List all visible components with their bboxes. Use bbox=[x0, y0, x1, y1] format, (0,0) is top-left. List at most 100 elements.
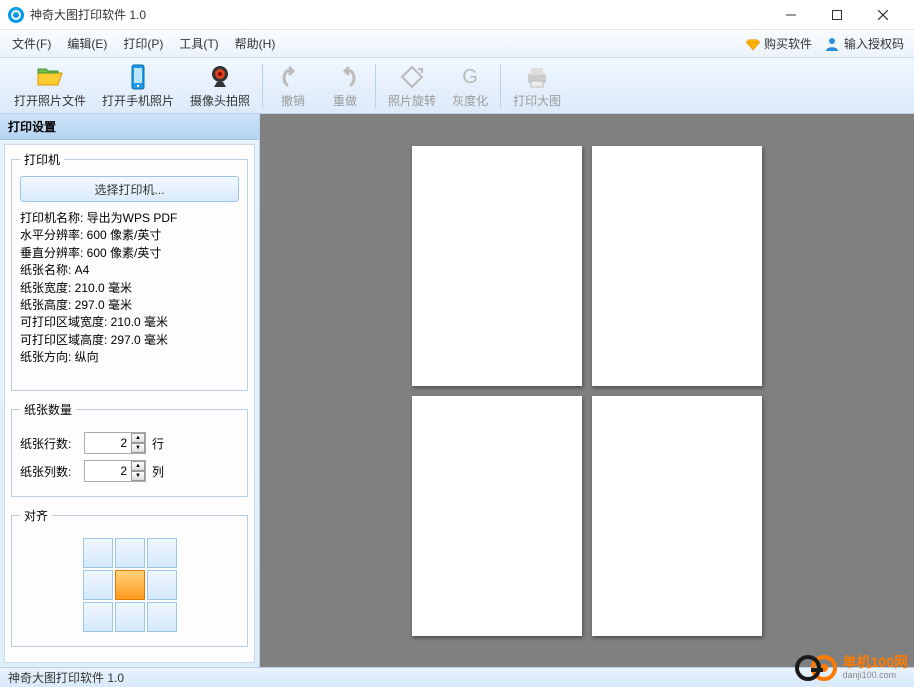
printer-fieldset: 打印机 选择打印机... 打印机名称: 导出为WPS PDF 水平分辨率: 60… bbox=[11, 151, 248, 391]
align-legend: 对齐 bbox=[20, 507, 52, 524]
buy-software-link[interactable]: 购买软件 bbox=[740, 31, 818, 56]
maximize-button[interactable] bbox=[814, 0, 860, 30]
grayscale-icon: G bbox=[456, 63, 484, 91]
page-preview bbox=[592, 146, 762, 386]
page-preview bbox=[412, 146, 582, 386]
menubar: 文件(F) 编辑(E) 打印(P) 工具(T) 帮助(H) 购买软件 输入授权码 bbox=[0, 30, 914, 58]
svg-text:G: G bbox=[462, 66, 478, 88]
open-phone-label: 打开手机照片 bbox=[102, 92, 174, 109]
rows-label: 纸张行数: bbox=[20, 435, 78, 452]
person-icon bbox=[824, 36, 840, 52]
open-photo-label: 打开照片文件 bbox=[14, 92, 86, 109]
printer-info: 打印机名称: 导出为WPS PDF 水平分辨率: 600 像素/英寸 垂直分辨率… bbox=[20, 210, 239, 367]
rows-input[interactable] bbox=[85, 433, 131, 453]
cols-unit: 列 bbox=[152, 463, 164, 480]
status-text: 神奇大图打印软件 1.0 bbox=[8, 669, 124, 686]
print-big-button[interactable]: 打印大图 bbox=[505, 60, 569, 112]
printer-icon bbox=[523, 63, 551, 91]
paper-name-line: 纸张名称: A4 bbox=[20, 262, 239, 279]
titlebar: 神奇大图打印软件 1.0 bbox=[0, 0, 914, 30]
menu-print[interactable]: 打印(P) bbox=[115, 31, 171, 56]
toolbar: 打开照片文件 打开手机照片 摄像头拍照 撤销 重做 照片旋转 G bbox=[0, 58, 914, 114]
diamond-icon bbox=[746, 37, 760, 51]
h-dpi-line: 水平分辨率: 600 像素/英寸 bbox=[20, 227, 239, 244]
align-fieldset: 对齐 bbox=[11, 507, 248, 647]
page-grid bbox=[412, 146, 762, 636]
paper-height-line: 纸张高度: 297.0 毫米 bbox=[20, 297, 239, 314]
paper-count-fieldset: 纸张数量 纸张行数: ▲ ▼ 行 纸张列数: bbox=[11, 401, 248, 497]
align-top-left[interactable] bbox=[83, 538, 113, 568]
enter-license-label: 输入授权码 bbox=[844, 35, 904, 52]
grayscale-label: 灰度化 bbox=[452, 92, 488, 109]
redo-icon bbox=[331, 63, 359, 91]
main-area: 打印设置 打印机 选择打印机... 打印机名称: 导出为WPS PDF 水平分辨… bbox=[0, 114, 914, 667]
printable-width-line: 可打印区域宽度: 210.0 毫米 bbox=[20, 314, 239, 331]
v-dpi-line: 垂直分辨率: 600 像素/英寸 bbox=[20, 245, 239, 262]
cols-spinner[interactable]: ▲ ▼ bbox=[84, 460, 146, 482]
rows-spinner[interactable]: ▲ ▼ bbox=[84, 432, 146, 454]
print-big-label: 打印大图 bbox=[513, 92, 561, 109]
toolbar-separator bbox=[500, 64, 501, 108]
minimize-button[interactable] bbox=[768, 0, 814, 30]
align-middle-right[interactable] bbox=[147, 570, 177, 600]
align-bottom-left[interactable] bbox=[83, 602, 113, 632]
page-preview bbox=[592, 396, 762, 636]
cols-up-button[interactable]: ▲ bbox=[131, 461, 145, 471]
menu-help[interactable]: 帮助(H) bbox=[227, 31, 284, 56]
undo-button[interactable]: 撤销 bbox=[267, 60, 319, 112]
webcam-icon bbox=[206, 63, 234, 91]
toolbar-separator bbox=[262, 64, 263, 108]
undo-icon bbox=[279, 63, 307, 91]
redo-label: 重做 bbox=[333, 92, 357, 109]
folder-open-icon bbox=[36, 63, 64, 91]
app-title: 神奇大图打印软件 1.0 bbox=[30, 6, 768, 23]
camera-label: 摄像头拍照 bbox=[190, 92, 250, 109]
open-photo-button[interactable]: 打开照片文件 bbox=[6, 60, 94, 112]
grayscale-button[interactable]: G 灰度化 bbox=[444, 60, 496, 112]
window-controls bbox=[768, 0, 906, 30]
align-middle-left[interactable] bbox=[83, 570, 113, 600]
rows-up-button[interactable]: ▲ bbox=[131, 433, 145, 443]
align-top-right[interactable] bbox=[147, 538, 177, 568]
rows-row: 纸张行数: ▲ ▼ 行 bbox=[20, 432, 239, 454]
redo-button[interactable]: 重做 bbox=[319, 60, 371, 112]
paper-count-legend: 纸张数量 bbox=[20, 401, 76, 418]
printer-name-line: 打印机名称: 导出为WPS PDF bbox=[20, 210, 239, 227]
cols-down-button[interactable]: ▼ bbox=[131, 471, 145, 481]
rotate-label: 照片旋转 bbox=[388, 92, 436, 109]
toolbar-separator bbox=[375, 64, 376, 108]
align-bottom-center[interactable] bbox=[115, 602, 145, 632]
close-button[interactable] bbox=[860, 0, 906, 30]
cols-label: 纸张列数: bbox=[20, 463, 78, 480]
enter-license-link[interactable]: 输入授权码 bbox=[818, 31, 910, 56]
menu-edit[interactable]: 编辑(E) bbox=[59, 31, 115, 56]
statusbar: 神奇大图打印软件 1.0 bbox=[0, 667, 914, 687]
paper-width-line: 纸张宽度: 210.0 毫米 bbox=[20, 280, 239, 297]
align-grid bbox=[83, 538, 177, 632]
rows-down-button[interactable]: ▼ bbox=[131, 443, 145, 453]
open-phone-button[interactable]: 打开手机照片 bbox=[94, 60, 182, 112]
menu-tools[interactable]: 工具(T) bbox=[171, 31, 226, 56]
align-middle-center[interactable] bbox=[115, 570, 145, 600]
orientation-line: 纸张方向: 纵向 bbox=[20, 349, 239, 366]
select-printer-button[interactable]: 选择打印机... bbox=[20, 176, 239, 202]
page-preview bbox=[412, 396, 582, 636]
sidebar: 打印设置 打印机 选择打印机... 打印机名称: 导出为WPS PDF 水平分辨… bbox=[0, 114, 260, 667]
rotate-button[interactable]: 照片旋转 bbox=[380, 60, 444, 112]
undo-label: 撤销 bbox=[281, 92, 305, 109]
align-bottom-right[interactable] bbox=[147, 602, 177, 632]
phone-icon bbox=[124, 63, 152, 91]
printable-height-line: 可打印区域高度: 297.0 毫米 bbox=[20, 332, 239, 349]
preview-canvas bbox=[260, 114, 914, 667]
cols-row: 纸张列数: ▲ ▼ 列 bbox=[20, 460, 239, 482]
align-top-center[interactable] bbox=[115, 538, 145, 568]
sidebar-body: 打印机 选择打印机... 打印机名称: 导出为WPS PDF 水平分辨率: 60… bbox=[4, 144, 255, 663]
printer-legend: 打印机 bbox=[20, 151, 64, 168]
menu-file[interactable]: 文件(F) bbox=[4, 31, 59, 56]
camera-button[interactable]: 摄像头拍照 bbox=[182, 60, 258, 112]
rows-unit: 行 bbox=[152, 435, 164, 452]
cols-input[interactable] bbox=[85, 461, 131, 481]
sidebar-header: 打印设置 bbox=[0, 114, 259, 140]
rotate-icon bbox=[398, 63, 426, 91]
app-icon bbox=[8, 7, 24, 23]
